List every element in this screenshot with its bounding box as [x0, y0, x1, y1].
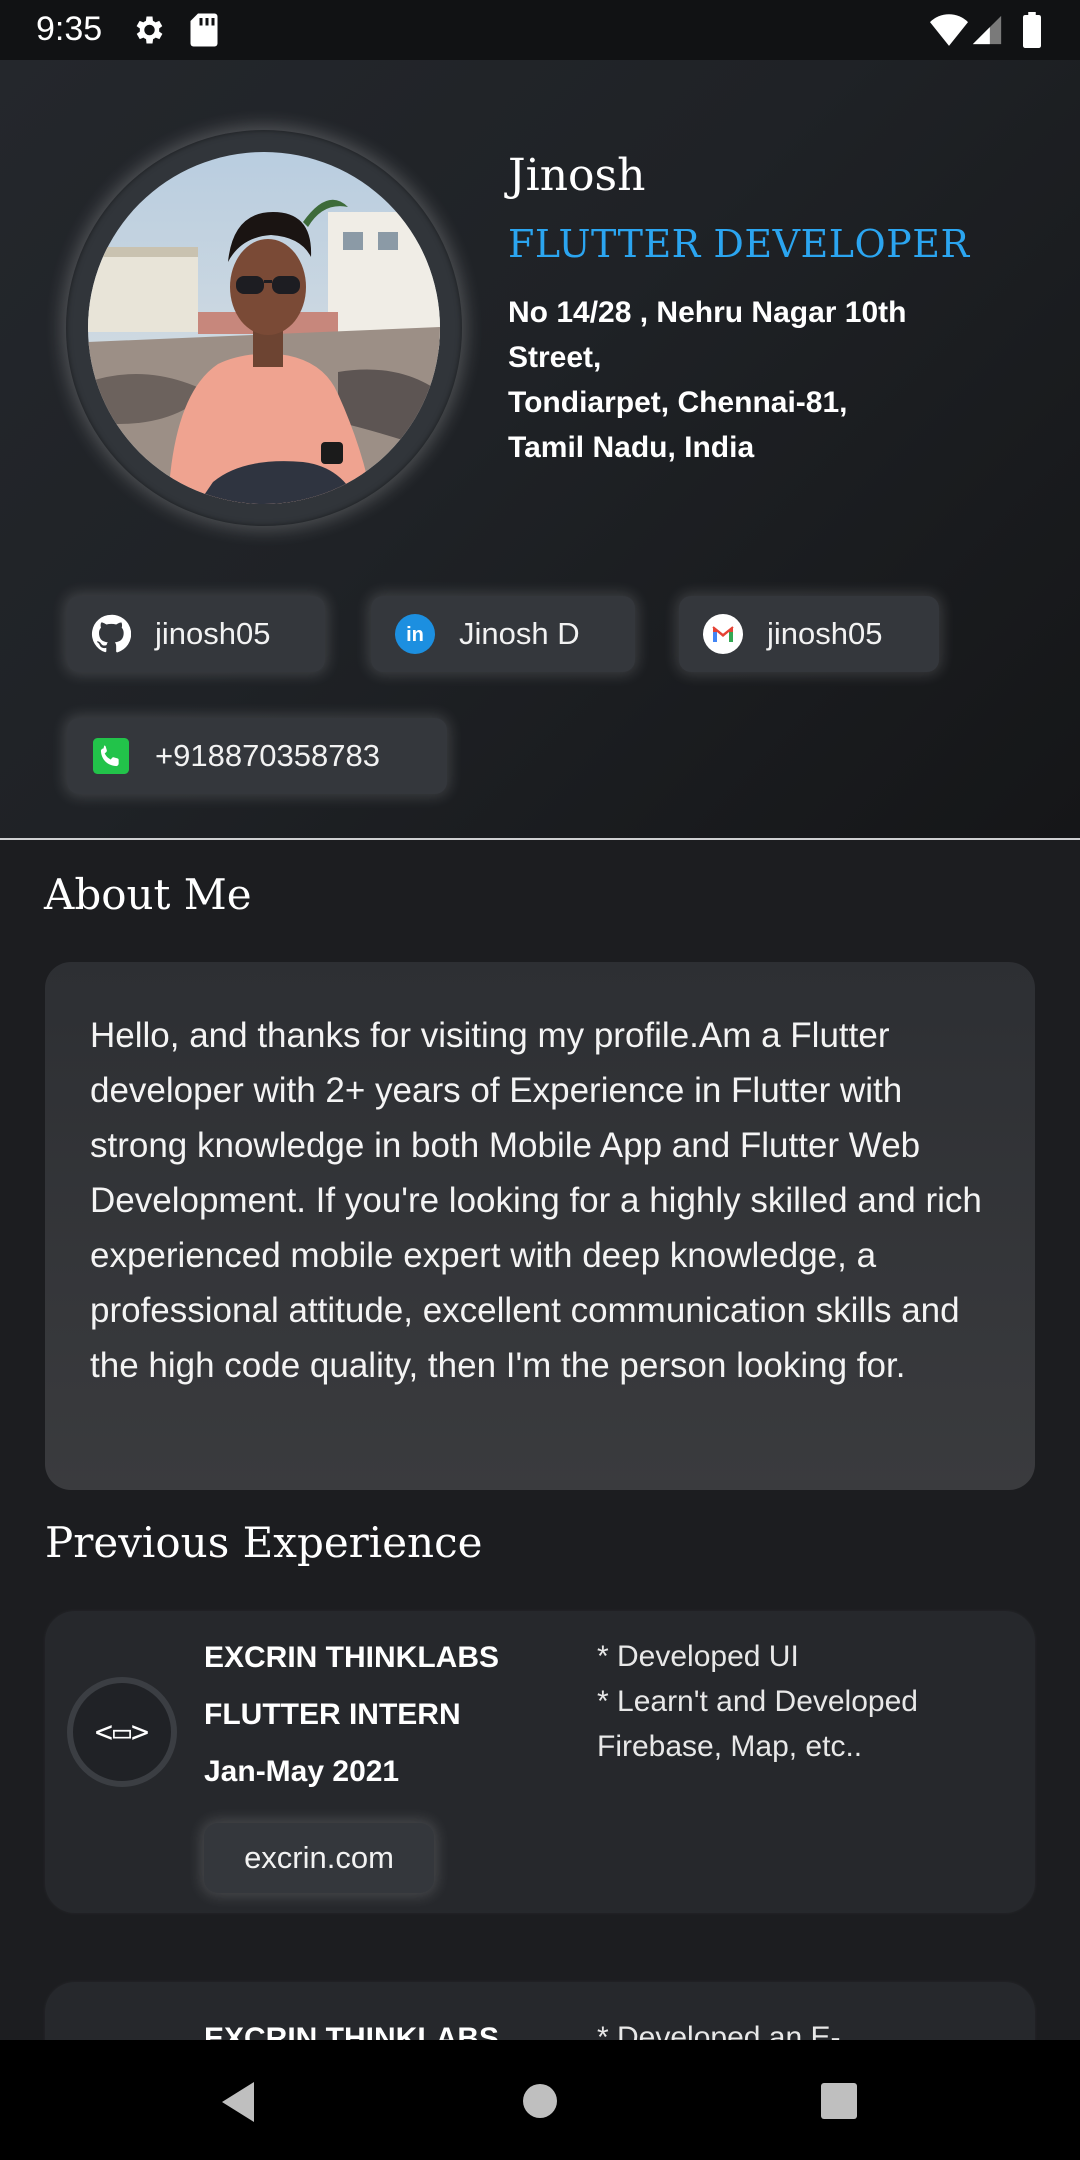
- description-line: Firebase, Map, etc..: [597, 1730, 863, 1763]
- address-line: Street,: [508, 341, 602, 374]
- phone-icon: [91, 736, 131, 776]
- svg-text:in: in: [406, 624, 424, 646]
- github-icon: [91, 614, 131, 654]
- experience-title: Previous Experience: [45, 1518, 483, 1567]
- company-name: EXCRIN THINKLABS: [204, 1641, 500, 1674]
- battery-icon: [1022, 12, 1042, 53]
- sd-card-icon: [188, 12, 220, 53]
- phone-chip[interactable]: +918870358783: [67, 718, 447, 794]
- description-line: * Learn't and Developed: [597, 1685, 918, 1718]
- about-text: Hello, and thanks for visiting my profil…: [90, 1016, 982, 1385]
- company-logo-icon: <▭>: [67, 1677, 177, 1787]
- settings-icon: [130, 12, 166, 53]
- recents-icon[interactable]: [820, 2082, 858, 2125]
- profile-role: FLUTTER DEVELOPER: [508, 222, 970, 266]
- profile-header: Jinosh FLUTTER DEVELOPER No 14/28 , Nehr…: [0, 60, 1080, 838]
- job-position: FLUTTER INTERN: [204, 1698, 461, 1731]
- job-description: * Developed UI * Learn't and Developed F…: [597, 1634, 1017, 1769]
- cell-signal-icon: [970, 12, 1004, 53]
- phone-number: +918870358783: [155, 738, 380, 773]
- wifi-icon: [930, 12, 968, 53]
- address-line: Tamil Nadu, India: [508, 431, 755, 464]
- avatar: [88, 152, 440, 504]
- linkedin-name: Jinosh D: [459, 616, 580, 651]
- profile-address: No 14/28 , Nehru Nagar 10th Street, Tond…: [508, 290, 1028, 470]
- status-bar: 9:35: [0, 0, 1080, 60]
- address-line: Tondiarpet, Chennai-81,: [508, 386, 848, 419]
- status-time: 9:35: [36, 10, 103, 48]
- gmail-icon: [703, 614, 743, 654]
- github-chip[interactable]: jinosh05: [67, 596, 325, 672]
- linkedin-icon: in: [395, 614, 435, 654]
- job-period: Jan-May 2021: [204, 1755, 400, 1788]
- profile-name: Jinosh: [508, 150, 646, 201]
- section-divider: [0, 838, 1080, 840]
- github-handle: jinosh05: [155, 616, 271, 651]
- gmail-handle: jinosh05: [767, 616, 883, 651]
- home-icon[interactable]: [521, 2082, 559, 2125]
- company-link-button[interactable]: excrin.com: [204, 1823, 434, 1893]
- about-card: Hello, and thanks for visiting my profil…: [45, 962, 1035, 1490]
- linkedin-chip[interactable]: in Jinosh D: [371, 596, 635, 672]
- gmail-chip[interactable]: jinosh05: [679, 596, 939, 672]
- navigation-bar: [0, 2040, 1080, 2160]
- description-line: * Developed UI: [597, 1640, 799, 1673]
- about-title: About Me: [44, 870, 252, 919]
- address-line: No 14/28 , Nehru Nagar 10th: [508, 296, 907, 329]
- back-icon[interactable]: [218, 2080, 258, 2129]
- experience-card: <▭> EXCRIN THINKLABS FLUTTER INTERN Jan-…: [45, 1611, 1035, 1913]
- avatar-frame: [66, 130, 462, 526]
